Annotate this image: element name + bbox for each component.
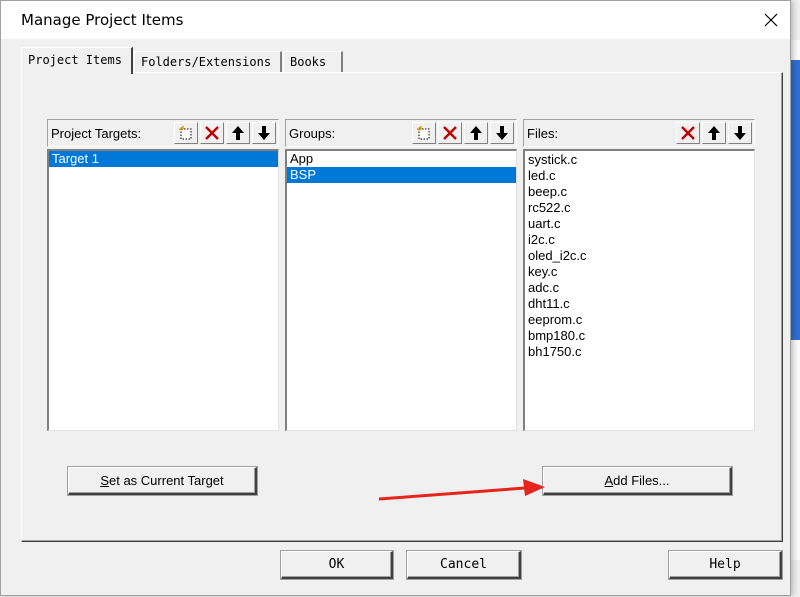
list-item[interactable]: Target 1 [49,151,278,167]
move-target-up-button[interactable] [226,122,250,144]
tab-books[interactable]: Books [283,51,343,73]
list-item[interactable]: key.c [525,264,754,280]
delete-icon [205,126,219,140]
add-files-accelerator: A [604,473,614,488]
delete-group-button[interactable] [438,122,462,144]
move-group-up-button[interactable] [464,122,488,144]
delete-target-button[interactable] [200,122,224,144]
move-file-up-button[interactable] [702,122,726,144]
move-file-down-button[interactable] [728,122,752,144]
project-targets-panel: Project Targets: Target 1 [47,119,279,431]
background-window-edge [790,60,800,340]
move-up-icon [470,126,482,140]
list-item[interactable]: BSP [287,167,516,183]
files-header: Files: [523,119,755,147]
ok-button[interactable]: OK [281,551,393,579]
close-icon [764,13,778,27]
files-list[interactable]: systick.c led.c beep.c rc522.c uart.c i2… [523,149,755,431]
project-targets-header: Project Targets: [47,119,279,147]
list-item[interactable]: adc.c [525,280,754,296]
list-item[interactable]: systick.c [525,152,754,168]
tab-project-items[interactable]: Project Items [21,47,133,74]
add-files-label: dd Files... [613,473,670,488]
delete-icon [443,126,457,140]
list-item[interactable]: led.c [525,168,754,184]
project-targets-label: Project Targets: [51,126,142,141]
new-group-button[interactable] [412,122,436,144]
list-item[interactable]: eeprom.c [525,312,754,328]
move-down-icon [734,126,746,140]
list-item[interactable]: oled_i2c.c [525,248,754,264]
files-label: Files: [527,126,559,141]
set-as-current-target-button[interactable]: Set as Current Target [68,467,257,495]
close-button[interactable] [758,7,784,33]
new-icon [416,126,430,140]
groups-panel: Groups: App BSP [285,119,517,431]
move-target-down-button[interactable] [252,122,276,144]
list-item[interactable]: dht11.c [525,296,754,312]
move-up-icon [708,126,720,140]
list-item[interactable]: rc522.c [525,200,754,216]
dialog-title: Manage Project Items [21,11,184,29]
list-item[interactable]: beep.c [525,184,754,200]
list-item[interactable]: uart.c [525,216,754,232]
add-files-button[interactable]: Add Files... [543,467,732,495]
list-item[interactable]: bmp180.c [525,328,754,344]
delete-file-button[interactable] [676,122,700,144]
new-target-button[interactable] [174,122,198,144]
title-bar[interactable]: Manage Project Items [1,1,790,39]
groups-header: Groups: [285,119,517,147]
move-group-down-button[interactable] [490,122,514,144]
tab-folders-extensions[interactable]: Folders/Extensions [134,51,282,73]
help-button[interactable]: Help [669,551,782,579]
move-down-icon [258,126,270,140]
manage-project-items-dialog: Manage Project Items Project Items Folde… [0,0,791,596]
list-item[interactable]: bh1750.c [525,344,754,360]
groups-list[interactable]: App BSP [285,149,517,431]
delete-icon [681,126,695,140]
set-target-label: et as Current Target [109,473,224,488]
new-icon [178,126,192,140]
files-panel: Files: systick.c led.c beep.c rc522.c ua… [523,119,755,431]
move-up-icon [232,126,244,140]
project-targets-list[interactable]: Target 1 [47,149,279,431]
list-item[interactable]: i2c.c [525,232,754,248]
set-target-accelerator: S [100,473,109,488]
groups-label: Groups: [289,126,336,141]
list-item[interactable]: App [287,151,516,167]
move-down-icon [496,126,508,140]
cancel-button[interactable]: Cancel [407,551,521,579]
